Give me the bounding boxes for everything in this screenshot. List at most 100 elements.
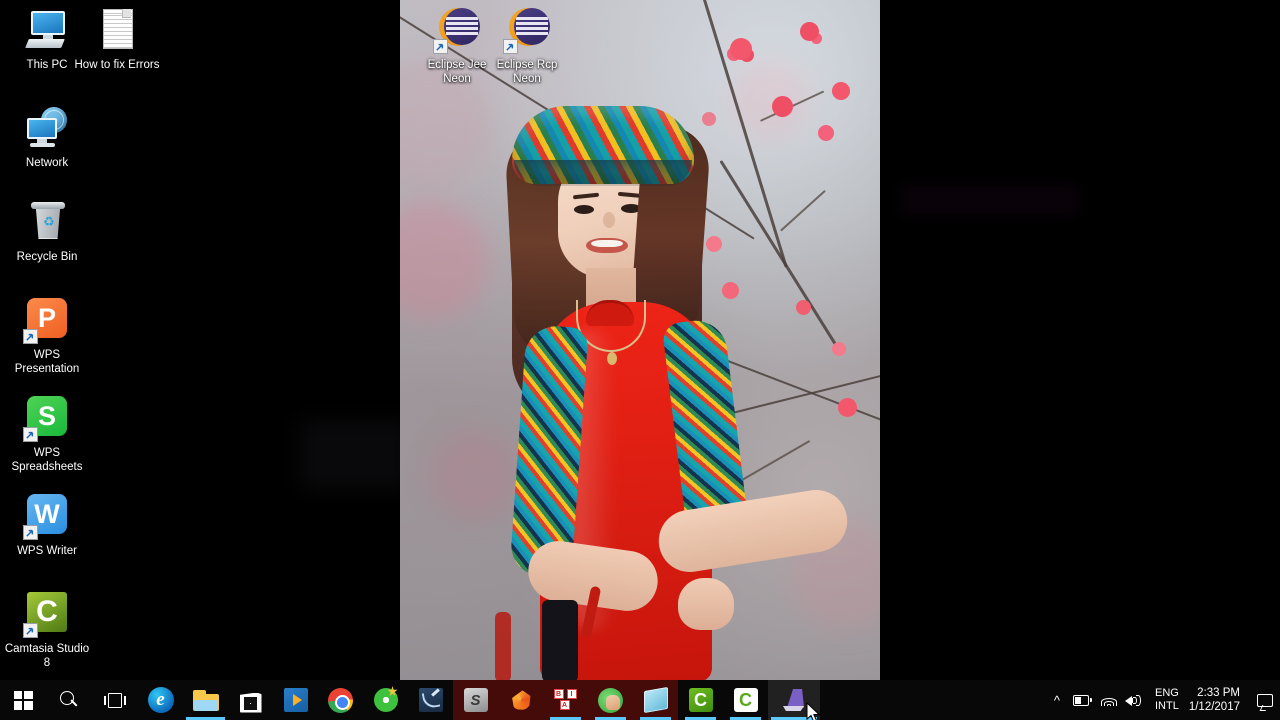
grey-editor-icon: S bbox=[463, 688, 488, 712]
taskbar-app-file-explorer[interactable] bbox=[183, 680, 228, 720]
battery-status-button[interactable] bbox=[1070, 680, 1096, 720]
blossom bbox=[818, 125, 834, 141]
edge-icon: e bbox=[147, 687, 174, 713]
volume-button[interactable] bbox=[1122, 680, 1148, 720]
desktop-icon-label: WPS Presentation bbox=[14, 349, 80, 375]
beret-shadow bbox=[514, 160, 692, 186]
wifi-icon bbox=[1100, 693, 1118, 707]
blossom bbox=[730, 38, 752, 60]
blossom bbox=[832, 82, 850, 100]
desktop-icon-network[interactable]: Network bbox=[4, 104, 90, 170]
taskbar-app-cyan-note[interactable] bbox=[633, 680, 678, 720]
windows-logo-icon bbox=[13, 690, 33, 710]
show-hidden-icons-button[interactable]: ^ bbox=[1044, 680, 1070, 720]
desktop-icon-label: How to fix Errors bbox=[74, 59, 160, 71]
system-tray[interactable]: ^ ENG INTL 2:33 PM 1/12/2017 bbox=[1044, 680, 1280, 720]
search-icon bbox=[59, 690, 79, 710]
clock-time: 2:33 PM bbox=[1197, 687, 1240, 699]
taskbar-app-blue-tool[interactable] bbox=[408, 680, 453, 720]
desktop-icon-how-to-fix-errors[interactable]: How to fix Errors bbox=[74, 6, 160, 72]
blossom bbox=[702, 112, 716, 126]
chevron-up-icon: ^ bbox=[1053, 692, 1061, 708]
blossom bbox=[706, 236, 722, 252]
taskbar-app-disc-burner[interactable] bbox=[363, 680, 408, 720]
task-view-icon bbox=[104, 692, 126, 708]
taskbar-app-movies-and-tv[interactable] bbox=[273, 680, 318, 720]
camtasia-white-icon: C bbox=[733, 688, 758, 712]
store-icon bbox=[239, 688, 262, 713]
desktop-icon-label: WPS Writer bbox=[17, 545, 77, 557]
cyan-note-icon bbox=[643, 686, 668, 714]
chrome-icon bbox=[328, 687, 353, 713]
desktop-icon-label: Recycle Bin bbox=[16, 251, 78, 263]
file-explorer-icon bbox=[192, 689, 219, 711]
shortcut-arrow-icon bbox=[433, 39, 448, 54]
blue-tool-icon bbox=[418, 688, 443, 712]
skirt-panel-dark bbox=[542, 600, 578, 681]
desktop-icon-camtasia-studio-8[interactable]: C Camtasia Studio 8 bbox=[4, 590, 90, 670]
camtasia-icon: C bbox=[23, 590, 71, 638]
taskbar-app-microsoft-store[interactable] bbox=[228, 680, 273, 720]
shortcut-arrow-icon bbox=[23, 623, 38, 638]
clock-date: 1/12/2017 bbox=[1188, 701, 1240, 713]
orange-fox-icon bbox=[509, 688, 533, 712]
blossom bbox=[800, 22, 819, 41]
desktop-icon-label: Eclipse Rcp Neon bbox=[496, 59, 558, 85]
taskbar-app-google-chrome[interactable] bbox=[318, 680, 363, 720]
wps-writer-icon: W bbox=[23, 492, 71, 540]
hand bbox=[678, 578, 734, 630]
necklace-pendant bbox=[607, 352, 617, 365]
computer-icon bbox=[23, 6, 71, 54]
taskbar[interactable]: e S BIA C C ^ ENG INTL 2:33 PM 1/12/2017 bbox=[0, 680, 1280, 720]
taskbar-app-sail[interactable] bbox=[768, 680, 820, 720]
language-line-2: INTL bbox=[1154, 700, 1179, 712]
desktop-icon-label: Network bbox=[25, 157, 69, 169]
taskbar-app-camtasia-recorder[interactable]: C bbox=[678, 680, 723, 720]
desktop-icon-wps-presentation[interactable]: P WPS Presentation bbox=[4, 296, 90, 376]
shortcut-arrow-icon bbox=[503, 39, 518, 54]
green-hand-icon bbox=[598, 687, 623, 713]
movies-tv-icon bbox=[283, 688, 308, 712]
recycle-bin-icon: ♻ bbox=[23, 198, 71, 246]
battery-icon bbox=[1073, 694, 1093, 706]
screen-bleed-right bbox=[900, 185, 1080, 215]
eye-left bbox=[574, 205, 594, 214]
teeth bbox=[591, 240, 623, 247]
desktop[interactable]: This PC How to fix Errors Network ♻ Recy… bbox=[0, 0, 1280, 688]
blossom bbox=[722, 282, 739, 299]
desktop-icon-wps-writer[interactable]: W WPS Writer bbox=[4, 492, 90, 558]
bokeh-blob bbox=[430, 430, 520, 520]
network-globe-icon bbox=[23, 104, 71, 152]
action-center-button[interactable] bbox=[1250, 680, 1280, 720]
camtasia-green-icon: C bbox=[688, 688, 713, 712]
task-view-button[interactable] bbox=[92, 680, 138, 720]
taskbar-app-microsoft-edge[interactable]: e bbox=[138, 680, 183, 720]
blossom bbox=[796, 300, 811, 315]
purple-sail-icon bbox=[782, 688, 806, 712]
taskbar-app-grey-editor[interactable]: S bbox=[453, 680, 498, 720]
taskbar-app-green-hand[interactable] bbox=[588, 680, 633, 720]
taskbar-app-firefox-like[interactable] bbox=[498, 680, 543, 720]
desktop-icon-eclipse-rcp-neon[interactable]: Eclipse Rcp Neon bbox=[484, 6, 570, 86]
eclipse-icon bbox=[503, 6, 551, 54]
document-icon bbox=[93, 6, 141, 54]
network-status-button[interactable] bbox=[1096, 680, 1122, 720]
desktop-icon-wps-spreadsheets[interactable]: S WPS Spreadsheets bbox=[4, 394, 90, 474]
clock[interactable]: 2:33 PM 1/12/2017 bbox=[1186, 680, 1250, 720]
blossom bbox=[838, 398, 857, 417]
taskbar-app-camtasia-studio[interactable]: C bbox=[723, 680, 768, 720]
shortcut-arrow-icon bbox=[23, 329, 38, 344]
desktop-icon-label: WPS Spreadsheets bbox=[11, 447, 83, 473]
start-button[interactable] bbox=[0, 680, 46, 720]
wps-presentation-icon: P bbox=[23, 296, 71, 344]
search-button[interactable] bbox=[46, 680, 92, 720]
taskbar-app-word-tiles[interactable]: BIA bbox=[543, 680, 588, 720]
skirt-panel-red bbox=[495, 612, 511, 681]
language-indicator[interactable]: ENG INTL bbox=[1148, 680, 1186, 720]
desktop-icon-recycle-bin[interactable]: ♻ Recycle Bin bbox=[4, 198, 90, 264]
word-tiles-icon: BIA bbox=[553, 689, 579, 711]
blossom bbox=[772, 96, 793, 117]
screen-bleed-left bbox=[300, 420, 410, 490]
nose bbox=[603, 212, 615, 228]
shortcut-arrow-icon bbox=[23, 525, 38, 540]
